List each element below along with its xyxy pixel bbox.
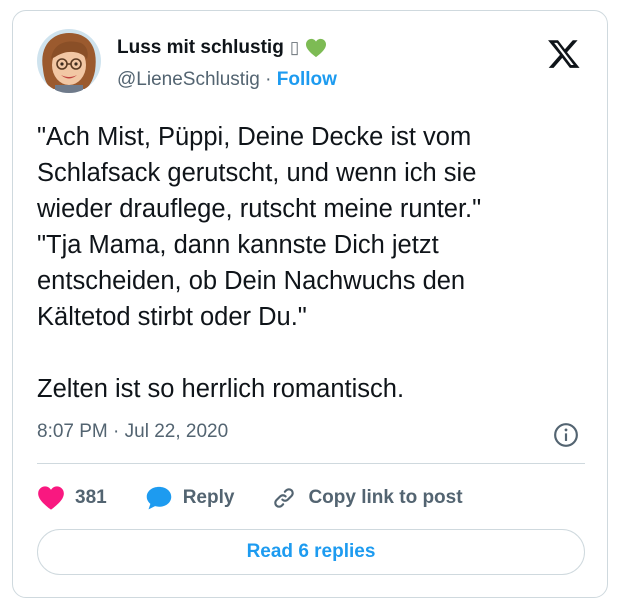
tweet-paragraph-1: "Ach Mist, Püppi, Deine Decke ist vom Sc… [37, 123, 482, 331]
tweet-timestamp[interactable]: 8:07 PM · Jul 22, 2020 [37, 421, 228, 443]
link-icon [274, 488, 295, 508]
green-heart-icon [306, 38, 327, 58]
like-count: 381 [75, 487, 107, 508]
read-replies-button[interactable]: Read 6 replies [37, 529, 585, 575]
like-button[interactable]: 381 [37, 485, 107, 511]
author-handle[interactable]: @LieneSchlustig [117, 69, 260, 90]
tweet-card: Luss mit schlustig ▯ @LieneSchlustig · F… [12, 10, 608, 598]
reply-bubble-icon [146, 486, 171, 510]
read-replies-label: Read 6 replies [246, 541, 376, 562]
heart-icon [38, 486, 64, 510]
tweet-paragraph-2: Zelten ist so herrlich romantisch. [37, 375, 405, 403]
x-logo-icon[interactable] [547, 37, 581, 71]
author-handle-row: @LieneSchlustig · Follow [117, 69, 337, 91]
divider [37, 463, 585, 464]
author-name[interactable]: Luss mit schlustig [117, 37, 284, 59]
reply-label: Reply [182, 487, 235, 508]
author-name-row: Luss mit schlustig ▯ [117, 37, 327, 59]
avatar[interactable] [37, 29, 101, 93]
name-emoji: ▯ [289, 38, 300, 57]
reply-button[interactable]: Reply [145, 485, 235, 511]
action-bar: 381 Reply Copy link to post [37, 481, 463, 515]
follow-link[interactable]: Follow [277, 69, 337, 90]
separator-dot: · [265, 69, 272, 90]
tweet-text: "Ach Mist, Püppi, Deine Decke ist vom Sc… [37, 119, 592, 407]
copy-link-label: Copy link to post [308, 487, 463, 508]
copy-link-button[interactable]: Copy link to post [270, 485, 463, 511]
info-icon[interactable] [553, 422, 579, 448]
